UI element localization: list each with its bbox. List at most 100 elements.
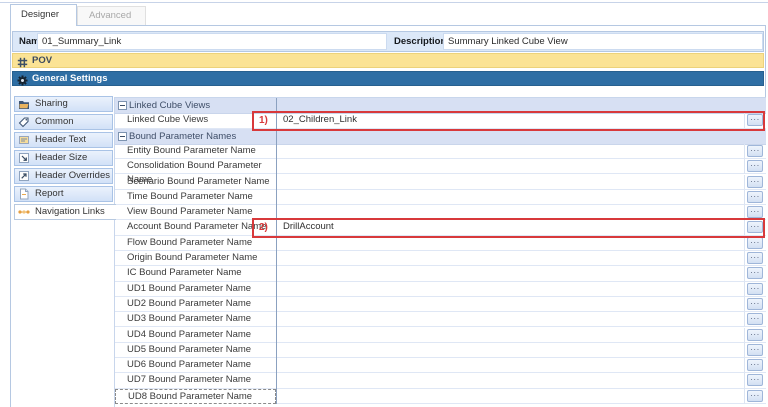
row-button-cell: [744, 312, 766, 327]
row-value-cell[interactable]: 02_Children_Link: [277, 113, 744, 128]
sidebar-item-label: Common: [35, 116, 74, 127]
row-label-cell[interactable]: UD5 Bound Parameter Name: [115, 343, 276, 358]
row-button-cell: [744, 205, 766, 220]
row-label-cell[interactable]: UD3 Bound Parameter Name: [115, 312, 276, 327]
row-label-cell[interactable]: Time Bound Parameter Name: [115, 190, 276, 205]
row-value-cell[interactable]: [277, 312, 744, 327]
ellipsis-button[interactable]: [747, 374, 763, 386]
collapse-minus-icon[interactable]: [118, 132, 127, 141]
name-input[interactable]: 01_Summary_Link: [37, 33, 387, 50]
row-value-cell[interactable]: [277, 251, 744, 266]
row-label-cell[interactable]: View Bound Parameter Name: [115, 205, 276, 220]
ellipsis-button[interactable]: [747, 283, 763, 295]
links-icon: [18, 206, 30, 218]
tab-advanced[interactable]: Advanced: [77, 6, 146, 25]
header-size-icon: [18, 152, 30, 164]
row-value-cell[interactable]: [277, 297, 744, 312]
row-label-cell[interactable]: Account Bound Parameter Name: [115, 220, 276, 235]
row-value-cell[interactable]: [277, 144, 744, 159]
general-settings-label: General Settings: [32, 73, 108, 85]
table-row: Consolidation Bound Parameter Name: [115, 159, 766, 175]
description-label: Description: [394, 35, 446, 48]
table-row: View Bound Parameter Name: [115, 205, 766, 221]
general-settings-section-header[interactable]: General Settings: [12, 71, 764, 86]
row-button-cell: [744, 113, 766, 128]
ellipsis-button[interactable]: [747, 160, 763, 172]
sidebar-item-label: Header Overrides: [35, 170, 110, 181]
collapse-minus-icon[interactable]: [118, 101, 127, 110]
row-label-cell[interactable]: Entity Bound Parameter Name: [115, 144, 276, 159]
ellipsis-button[interactable]: [747, 191, 763, 203]
sidebar-item-header-text[interactable]: Header Text: [14, 132, 113, 148]
tab-designer[interactable]: Designer: [10, 4, 77, 26]
report-icon: [18, 188, 30, 200]
table-row: Time Bound Parameter Name: [115, 190, 766, 206]
row-button-cell: [744, 282, 766, 297]
ellipsis-button[interactable]: [747, 390, 763, 402]
row-label-cell[interactable]: UD7 Bound Parameter Name: [115, 373, 276, 388]
row-button-cell: [744, 144, 766, 159]
sidebar-item-header-overrides[interactable]: Header Overrides: [14, 168, 113, 184]
settings-sidebar: Sharing Common Header Text Header Size Heade…: [14, 96, 116, 222]
row-value-cell[interactable]: [277, 175, 744, 190]
ellipsis-button[interactable]: [747, 252, 763, 264]
row-label-cell[interactable]: UD8 Bound Parameter Name: [115, 389, 276, 404]
row-label-cell[interactable]: Flow Bound Parameter Name: [115, 236, 276, 251]
sidebar-item-header-size[interactable]: Header Size: [14, 150, 113, 166]
ellipsis-button[interactable]: [747, 329, 763, 341]
row-button-cell: [744, 190, 766, 205]
row-label-cell[interactable]: UD4 Bound Parameter Name: [115, 328, 276, 343]
sidebar-item-sharing[interactable]: Sharing: [14, 96, 113, 112]
section-label: Bound Parameter Names: [129, 130, 236, 143]
table-row: UD4 Bound Parameter Name: [115, 328, 766, 344]
column-divider: [276, 98, 277, 404]
sidebar-item-report[interactable]: Report: [14, 186, 113, 202]
row-value-cell[interactable]: DrillAccount: [277, 220, 744, 235]
row-label-cell[interactable]: Scenario Bound Parameter Name: [115, 175, 276, 190]
ellipsis-button[interactable]: [747, 114, 763, 126]
table-row: Entity Bound Parameter Name: [115, 144, 766, 160]
row-label-cell[interactable]: UD2 Bound Parameter Name: [115, 297, 276, 312]
table-row: UD2 Bound Parameter Name: [115, 297, 766, 313]
ellipsis-button[interactable]: [747, 221, 763, 233]
ellipsis-button[interactable]: [747, 267, 763, 279]
sidebar-item-common[interactable]: Common: [14, 114, 113, 130]
row-value-cell[interactable]: [277, 328, 744, 343]
row-value-cell[interactable]: [277, 190, 744, 205]
ellipsis-button[interactable]: [747, 237, 763, 249]
row-value-cell[interactable]: [277, 389, 744, 404]
row-label-cell[interactable]: UD1 Bound Parameter Name: [115, 282, 276, 297]
row-value-cell[interactable]: [277, 236, 744, 251]
ellipsis-button[interactable]: [747, 145, 763, 157]
row-value-cell[interactable]: [277, 266, 744, 281]
row-value-cell[interactable]: [277, 343, 744, 358]
sidebar-item-label: Navigation Links: [35, 206, 105, 217]
row-label-cell[interactable]: Linked Cube Views: [115, 113, 276, 128]
ellipsis-button[interactable]: [747, 206, 763, 218]
ellipsis-button[interactable]: [747, 298, 763, 310]
row-value-cell[interactable]: [277, 159, 744, 174]
row-label-cell[interactable]: UD6 Bound Parameter Name: [115, 358, 276, 373]
pov-section-header[interactable]: POV: [12, 53, 764, 68]
sidebar-item-label: Report: [35, 188, 64, 199]
sidebar-item-navigation-links[interactable]: Navigation Links: [14, 204, 116, 220]
table-row: Origin Bound Parameter Name: [115, 251, 766, 267]
row-value-cell[interactable]: [277, 373, 744, 388]
description-input[interactable]: Summary Linked Cube View: [443, 33, 763, 50]
ellipsis-button[interactable]: [747, 359, 763, 371]
table-row: UD6 Bound Parameter Name: [115, 358, 766, 374]
ellipsis-button[interactable]: [747, 176, 763, 188]
sidebar-item-label: Sharing: [35, 98, 68, 109]
row-label-cell[interactable]: IC Bound Parameter Name: [115, 266, 276, 281]
row-value-cell[interactable]: [277, 205, 744, 220]
name-description-band: Name 01_Summary_Link Description Summary…: [12, 31, 764, 52]
row-label-cell[interactable]: Consolidation Bound Parameter Name: [115, 159, 276, 174]
row-value-cell[interactable]: [277, 282, 744, 297]
ellipsis-button[interactable]: [747, 344, 763, 356]
row-button-cell: [744, 220, 766, 235]
row-value-cell[interactable]: [277, 358, 744, 373]
row-label-cell[interactable]: Origin Bound Parameter Name: [115, 251, 276, 266]
row-button-cell: [744, 251, 766, 266]
row-button-cell: [744, 389, 766, 404]
ellipsis-button[interactable]: [747, 313, 763, 325]
